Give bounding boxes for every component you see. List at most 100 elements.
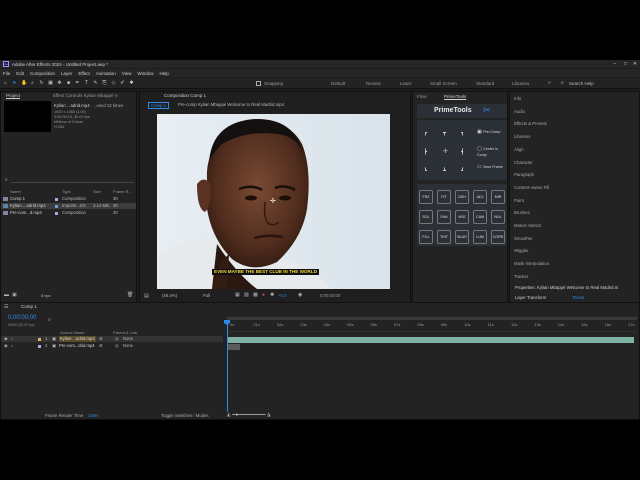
audio-icon[interactable]: ♪ (11, 336, 13, 342)
anchor-center-icon[interactable]: ✛ (443, 148, 448, 155)
close-icon[interactable]: ✕ (633, 61, 637, 67)
toggle-switches-modes[interactable]: Toggle Switches / Modes (161, 413, 209, 418)
switch-icon[interactable]: ⚙ (99, 343, 103, 349)
roto-tool-icon[interactable]: ✐ (120, 81, 125, 86)
primetools-btn-sol[interactable]: SOL (419, 210, 433, 224)
project-item[interactable]: Pre-com...d.mp4 Composition 30 (1, 210, 136, 216)
tab-comp1-timeline[interactable]: Comp 1 (21, 304, 37, 309)
project-search-input[interactable] (11, 177, 134, 183)
primetools-btn-sha[interactable]: SHA (437, 210, 451, 224)
panel-tab-align[interactable]: Align (514, 147, 524, 152)
anchor-top-left-icon[interactable]: ┏ (424, 130, 427, 136)
layer-name[interactable]: Pre-com...drid.mp4 (59, 343, 95, 349)
parent-link-header[interactable]: Parent & Link (113, 330, 137, 335)
layer-bar-1[interactable] (228, 337, 634, 343)
search-icon[interactable]: ⌕ (561, 80, 564, 86)
workspace-learn[interactable]: Learn (400, 81, 412, 86)
primetools-btn-tint[interactable]: TINT (437, 230, 451, 244)
center-in-comp-button[interactable]: ▢ Center In Comp (477, 146, 507, 158)
layer-bar-2[interactable] (228, 344, 240, 350)
panel-tab-tracker[interactable]: Tracker (514, 274, 528, 279)
transparency-icon[interactable]: ▩ (253, 292, 258, 298)
exposure-value[interactable]: +0.0 (278, 293, 286, 298)
primetools-btn-wig[interactable]: WIG (455, 210, 469, 224)
anchor-bottom-right-icon[interactable]: ┛ (461, 168, 464, 174)
project-item[interactable]: Kylian ...adrid.mp4 Importe...EX 3.14 MB 30 (1, 203, 136, 209)
timeline-layer[interactable]: ◉ ♪ 2 ▣ Pre-com...drid.mp4 ⚙ ◎ None (1, 343, 223, 349)
breadcrumb-precomp[interactable]: Pre-comp Kylian Mbappé Welcome to Real M… (178, 102, 284, 107)
audio-icon[interactable]: ♪ (11, 343, 13, 349)
minimize-icon[interactable]: – (613, 61, 616, 67)
source-name-header[interactable]: Source Name (60, 330, 84, 335)
menu-view[interactable]: View (122, 71, 132, 76)
zoom-select[interactable]: (46.4%) (162, 293, 177, 298)
panel-tab-content-aware-fill[interactable]: Content-Aware Fill (514, 185, 549, 190)
primetools-btn-adj[interactable]: ADJ (473, 190, 487, 204)
primetools-btn-cam[interactable]: CAM (473, 210, 487, 224)
workspace-standard[interactable]: Standard (476, 81, 494, 86)
menu-window[interactable]: Window (137, 71, 153, 76)
primetools-btn-corr[interactable]: CORR (491, 230, 505, 244)
primetools-btn-fill[interactable]: FILL (419, 230, 433, 244)
panel-tab-paint[interactable]: Paint (514, 198, 524, 203)
preview-icon[interactable]: ▤ (144, 293, 149, 299)
primetools-btn-mir[interactable]: MIR (491, 190, 505, 204)
parent-select[interactable]: None (123, 336, 133, 342)
parent-select[interactable]: None (123, 343, 133, 349)
rotate-tool-icon[interactable]: ↻ (39, 81, 44, 86)
tab-flow[interactable]: Flow (417, 94, 427, 99)
primetools-btn-nul[interactable]: NUL (491, 210, 505, 224)
primetools-btn-frz[interactable]: FRZ (419, 190, 433, 204)
layer-label-color[interactable] (38, 344, 41, 348)
viewer-timecode[interactable]: 0;00;00;00 (320, 293, 340, 298)
anchor-top-center-icon[interactable]: ┳ (443, 130, 446, 136)
menu-animation[interactable]: Animation (96, 71, 116, 76)
zoom-tool-icon[interactable]: ⌕ (30, 81, 35, 86)
layer-name[interactable]: Kylian ...adrid.mp4 (59, 336, 96, 342)
menu-effect[interactable]: Effect (78, 71, 89, 76)
work-area-bar[interactable] (227, 317, 637, 320)
pickwhip-icon[interactable]: ◎ (115, 343, 119, 349)
panel-tab-wiggler[interactable]: Wiggler (514, 248, 529, 253)
home-icon[interactable]: ⌂ (3, 81, 8, 86)
anchor-bottom-left-icon[interactable]: ┗ (424, 168, 427, 174)
tab-composition[interactable]: Composition Comp 1 (164, 93, 206, 98)
tab-project[interactable]: Project (6, 93, 20, 98)
workspace-libraries[interactable]: Libraries (512, 81, 529, 86)
panel-tab-mask-interpolation[interactable]: Mask Interpolation (514, 261, 549, 266)
workspace-small-screen[interactable]: Small Screen (430, 81, 457, 86)
panel-tab-paragraph[interactable]: Paragraph (514, 172, 534, 177)
tab-effect-controls[interactable]: Effect Controls Kylian Mbappé V (53, 93, 118, 98)
workspace-default[interactable]: Default (331, 81, 345, 86)
time-ruler[interactable]: 0s 01s 02s 03s 04s 05s 06s 07s 08s 09s 10s 11s 12s 13… (227, 320, 637, 332)
precomp-button[interactable]: ▣ Pre-Comp (477, 129, 507, 140)
workspace-overflow-icon[interactable]: » (548, 80, 551, 86)
anchor-bottom-center-icon[interactable]: ┻ (443, 168, 446, 174)
menu-help[interactable]: Help (159, 71, 168, 76)
panel-tab-audio[interactable]: Audio (514, 109, 525, 114)
new-comp-icon[interactable]: ▣ (12, 292, 17, 298)
anchor-middle-right-icon[interactable]: ┫ (461, 149, 464, 155)
anchor-point-icon[interactable]: ✛ (270, 197, 276, 205)
mask-icon[interactable]: ▨ (244, 292, 249, 298)
switch-icon[interactable]: ⚙ (99, 336, 103, 342)
panel-tab-libraries[interactable]: Libraries (514, 134, 530, 139)
eraser-tool-icon[interactable]: ◇ (111, 81, 116, 86)
visibility-icon[interactable]: ◉ (4, 343, 8, 349)
snapping-checkbox[interactable] (256, 81, 261, 86)
search-help-input[interactable]: Search Help (569, 81, 594, 86)
pen-tool-icon[interactable]: ✒ (75, 81, 80, 86)
panel-tab-motion-sketch[interactable]: Motion Sketch (514, 223, 541, 228)
maximize-icon[interactable]: □ (624, 61, 627, 67)
exposure-icon[interactable]: ✺ (270, 292, 274, 298)
column-type[interactable]: Type (62, 189, 71, 194)
zoom-slider-icon[interactable]: ◭ ━●━━━━━━━━━ ◮ (227, 412, 271, 418)
color-channel-icon[interactable]: ● (262, 292, 265, 298)
primetools-btn-dsh[interactable]: DSH (455, 190, 469, 204)
brush-tool-icon[interactable]: ✎ (93, 81, 98, 86)
timeline-layer[interactable]: ◉ ♪ 1 ▣ Kylian ...adrid.mp4 ⚙ ◎ None (1, 336, 223, 342)
timeline-timecode[interactable]: 0;00;00;00 (8, 315, 36, 321)
puppet-tool-icon[interactable]: ✱ (129, 81, 134, 86)
panel-tab-info[interactable]: Info (514, 96, 521, 101)
column-frame-rate[interactable]: Frame R... (113, 189, 132, 194)
